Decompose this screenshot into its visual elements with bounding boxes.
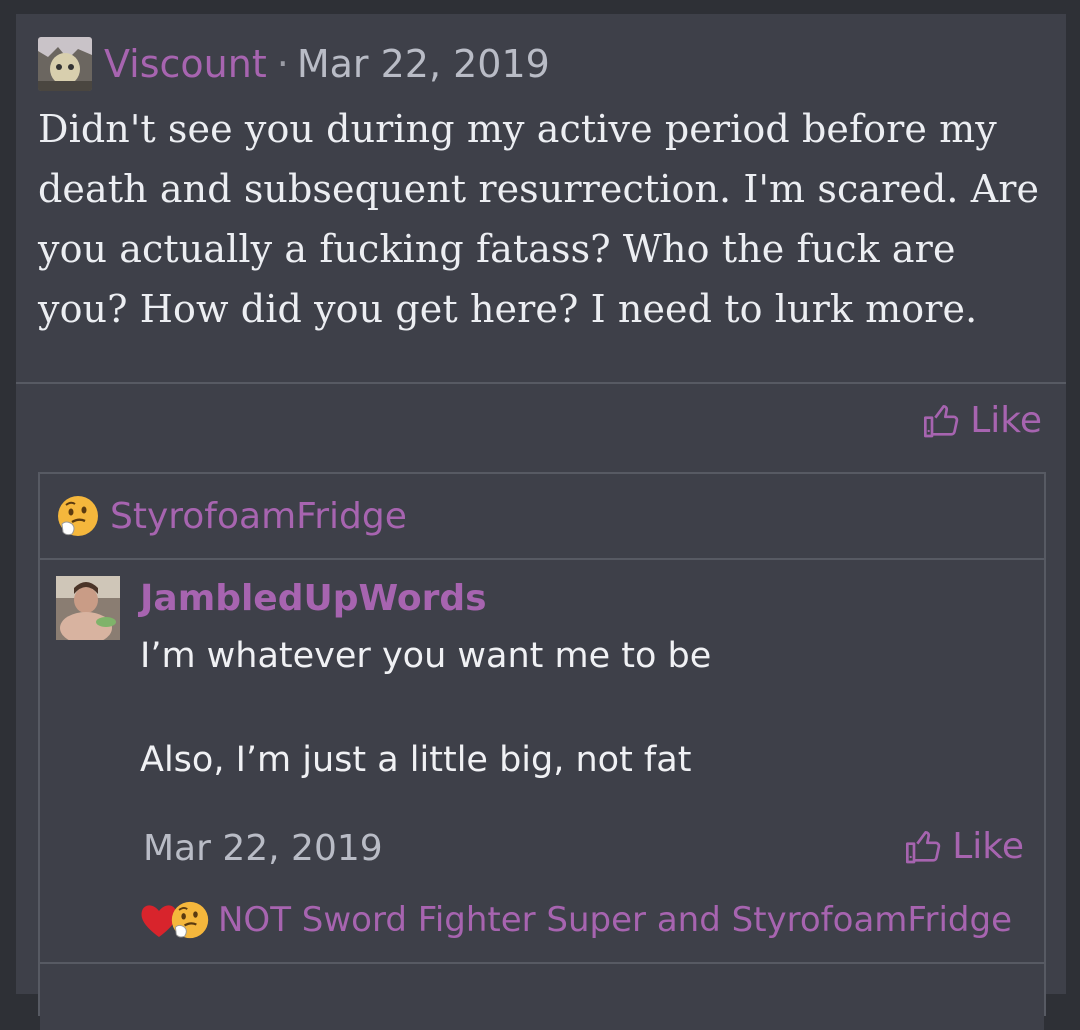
quoted-username[interactable]: JambledUpWords: [140, 578, 487, 619]
avatar[interactable]: [56, 576, 120, 640]
quoted-date[interactable]: Mar 22, 2019: [143, 828, 383, 869]
quote-header: StyrofoamFridge: [40, 474, 1044, 560]
thumbs-up-icon: [906, 830, 941, 863]
post-header: Viscount · Mar 22, 2019: [38, 36, 550, 92]
post-card: Viscount · Mar 22, 2019 Didn't see you d…: [16, 14, 1066, 1030]
like-label: Like: [952, 826, 1024, 867]
thumbs-up-icon: [924, 404, 959, 437]
avatar-image: [56, 576, 120, 640]
post-username[interactable]: Viscount: [104, 42, 267, 86]
divider: [40, 962, 1044, 964]
reactions-text: NOT Sword Fighter Super and StyrofoamFri…: [218, 900, 1013, 940]
thinking-emoji-icon: [58, 496, 98, 536]
thinking-emoji-icon: [171, 901, 209, 939]
avatar[interactable]: [38, 37, 92, 91]
reactor-name[interactable]: StyrofoamFridge: [110, 496, 407, 537]
divider: [16, 382, 1066, 384]
like-label: Like: [970, 400, 1042, 441]
like-button[interactable]: Like: [922, 400, 1042, 441]
separator: ·: [276, 42, 289, 86]
reactions-bar[interactable]: NOT Sword Fighter Super and StyrofoamFri…: [138, 900, 1012, 940]
avatar-image: [38, 37, 92, 91]
post-body: Didn't see you during my active period b…: [38, 107, 1040, 331]
quoted-line: Also, I’m just a little big, not fat: [140, 740, 692, 780]
quoted-body: I’m whatever you want me to be Also, I’m…: [140, 630, 711, 786]
post-date[interactable]: Mar 22, 2019: [297, 42, 550, 86]
reaction-quote-block: StyrofoamFridge JambledUpWords I’m whate…: [38, 472, 1046, 1030]
like-button[interactable]: Like: [904, 826, 1024, 867]
quoted-post: JambledUpWords I’m whatever you want me …: [40, 560, 1044, 1030]
quoted-line: I’m whatever you want me to be: [140, 636, 712, 676]
